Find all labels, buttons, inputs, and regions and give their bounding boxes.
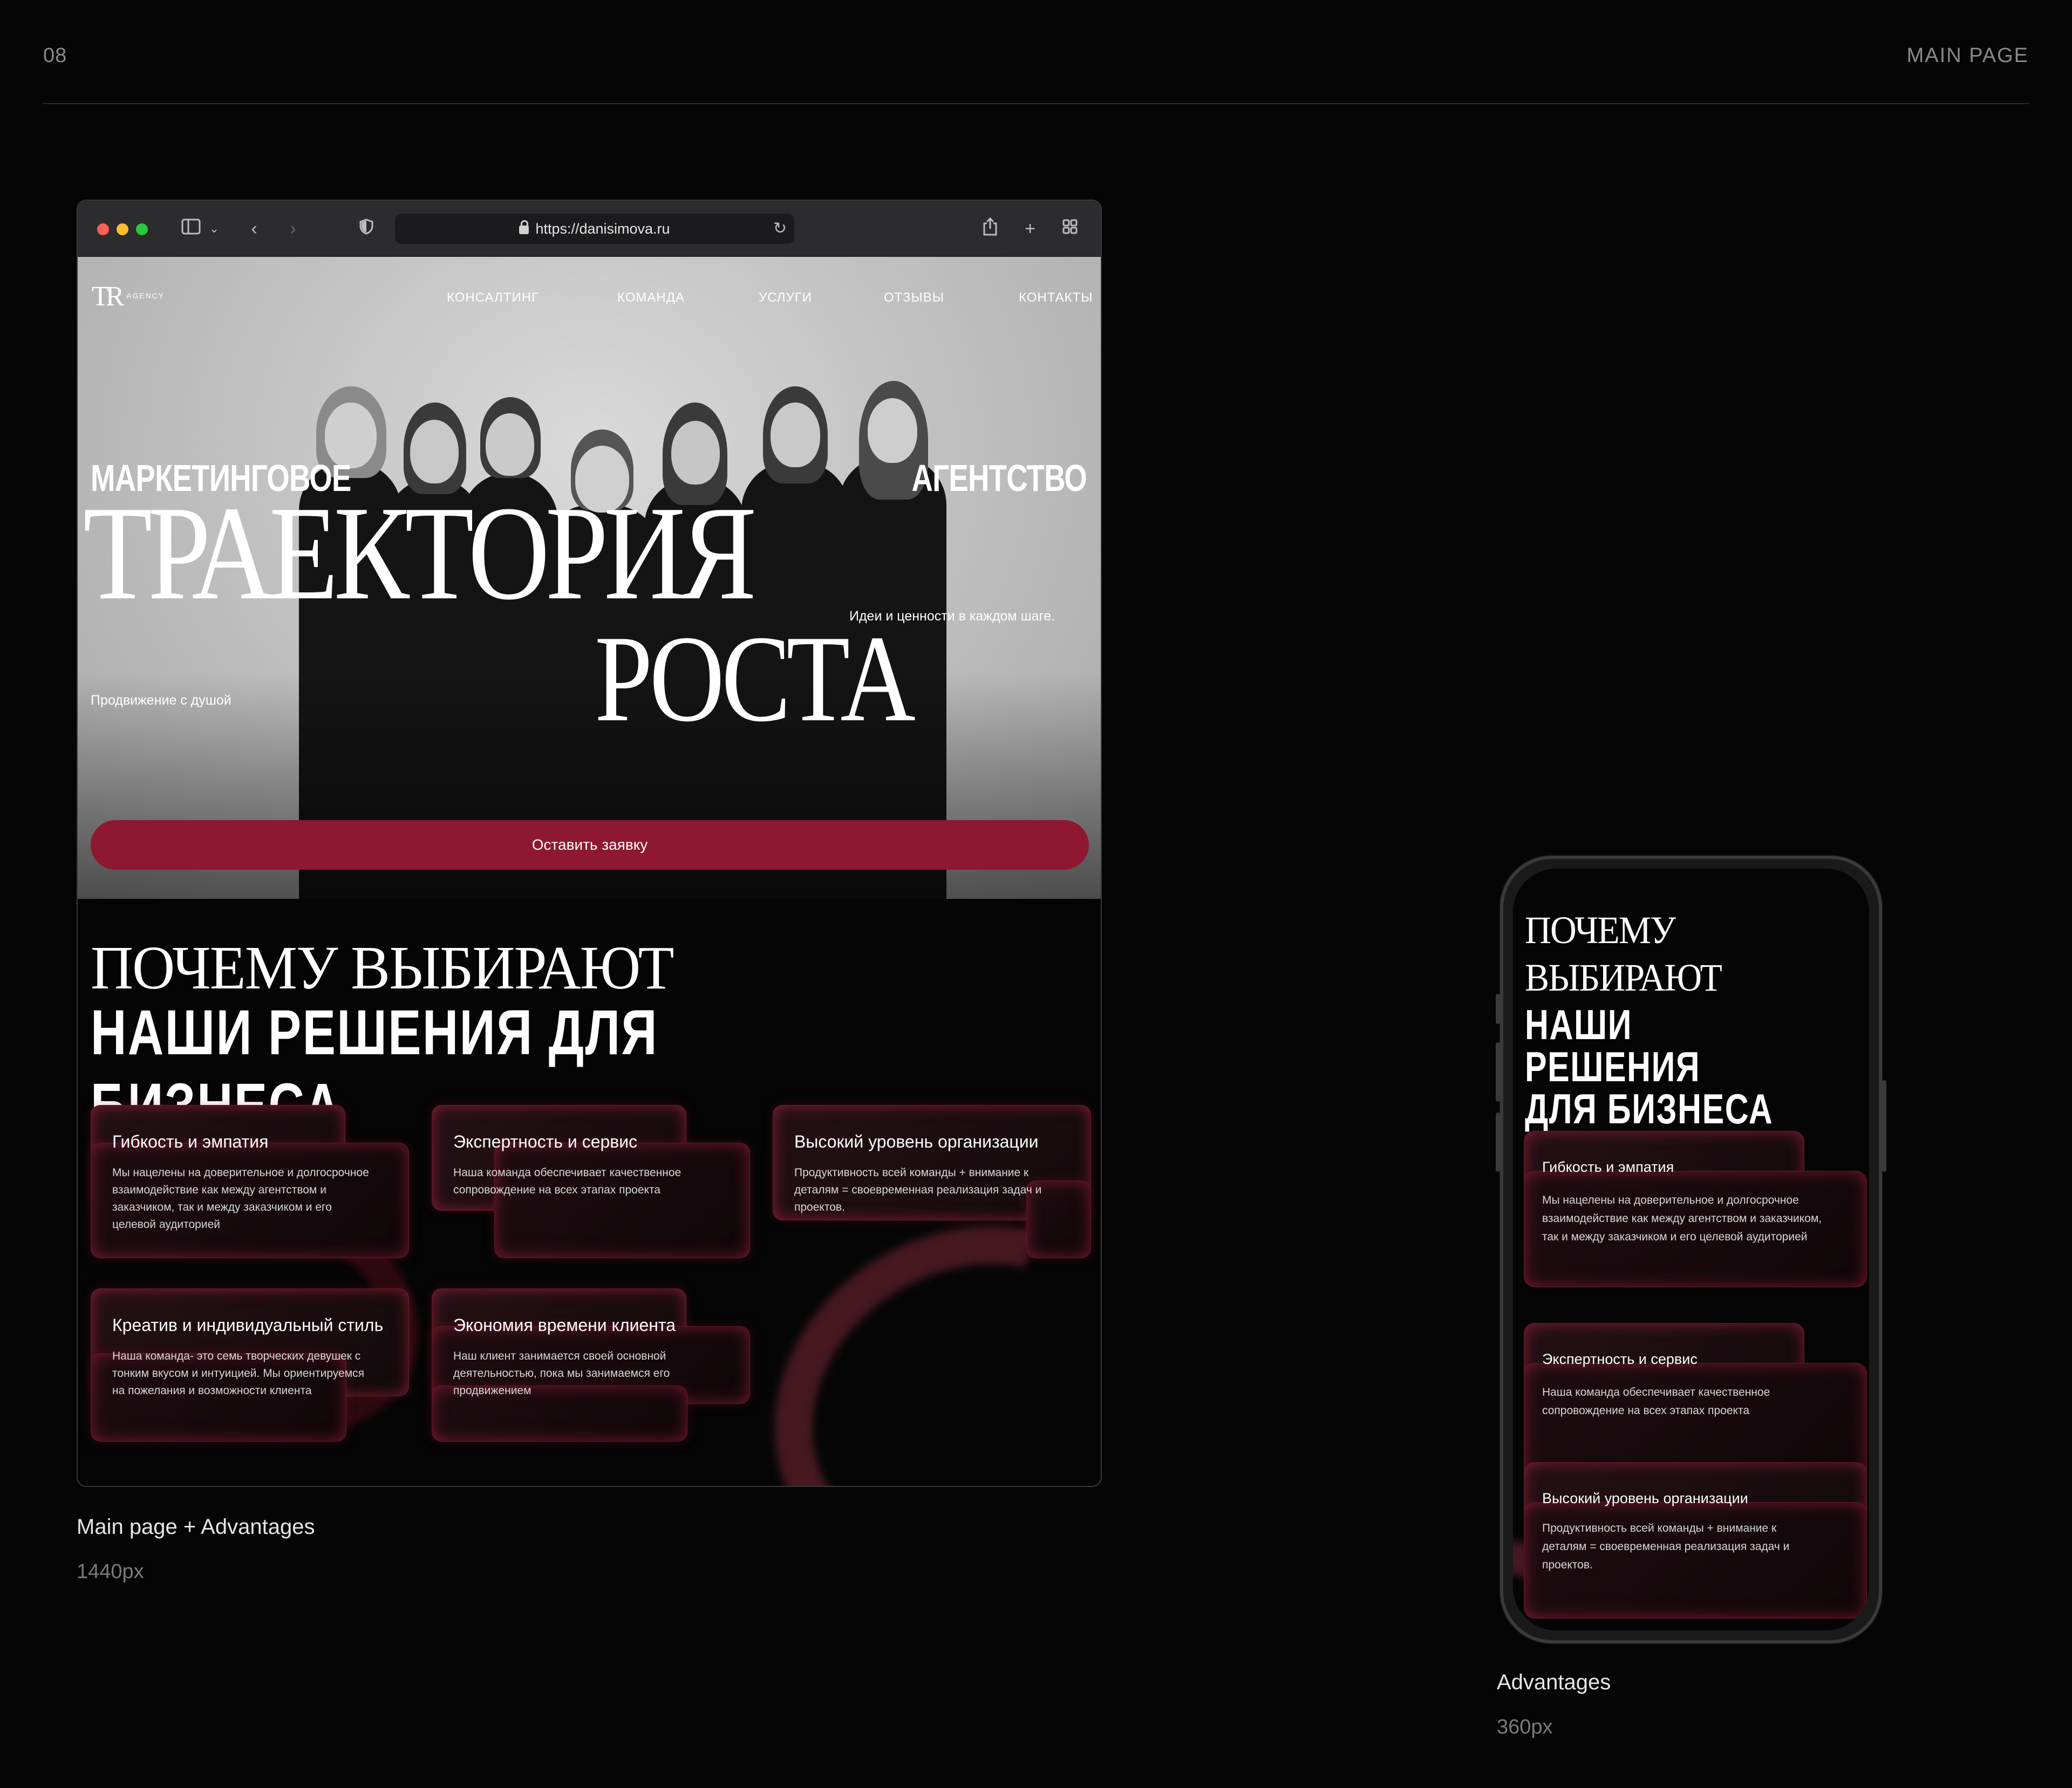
shield-icon[interactable] [357, 217, 376, 241]
logo-mark: TR [92, 281, 125, 312]
header-divider [43, 103, 2029, 104]
sidebar-icon[interactable] [180, 217, 202, 241]
nav-link-team[interactable]: КОМАНДА [617, 290, 685, 305]
agency-logo[interactable]: TR AGENCY [92, 281, 178, 313]
address-bar[interactable]: https://danisimova.ru ↻ [395, 214, 794, 244]
nav-link-reviews[interactable]: ОТЗЫВЫ [884, 290, 944, 305]
advantage-card-text: Мы нацелены на доверительное и долгосроч… [112, 1166, 369, 1231]
advantage-card: Высокий уровень организации Продуктивнос… [773, 1105, 1091, 1258]
nav-link-services[interactable]: УСЛУГИ [759, 290, 812, 305]
minimize-window-icon[interactable] [117, 223, 128, 235]
hero-tagline-soul: Продвижение с душой [91, 693, 231, 708]
close-window-icon[interactable] [97, 223, 109, 235]
mobile-advantage-card: Экспертность и сервис Наша команда обесп… [1524, 1323, 1867, 1479]
back-icon[interactable]: ‹ [246, 217, 262, 241]
advantage-card-text: Продуктивность всей команды + внимание к… [1542, 1522, 1790, 1571]
mobile-title-line: ПОЧЕМУ [1525, 909, 1676, 952]
desktop-browser-mockup: ⌄ ‹ › https://danisimova.ru ↻ + TR AGENC… [77, 200, 1102, 1487]
advantage-card: Гибкость и эмпатия Мы нацелены на довери… [91, 1105, 409, 1258]
page-number: 08 [43, 44, 67, 67]
advantage-card-title: Высокий уровень организации [1542, 1490, 1748, 1506]
hero-tagline-values: Идеи и ценности в каждом шаге. [849, 609, 1055, 624]
desktop-caption-size: 1440px [77, 1560, 144, 1583]
advantage-card-text: Наша команда обеспечивает качественное с… [453, 1166, 681, 1196]
advantage-card-title: Гибкость и эмпатия [112, 1132, 269, 1151]
hero-title-growth: РОСТА [595, 610, 916, 747]
mobile-title-line: ВЫБИРАЮТ [1525, 956, 1722, 999]
forward-icon[interactable]: › [285, 217, 301, 241]
advantages-title-serif: ПОЧЕМУ ВЫБИРАЮТ [91, 933, 674, 1002]
advantages-section: ПОЧЕМУ ВЫБИРАЮТ НАШИ РЕШЕНИЯ ДЛЯ БИЗНЕСА… [78, 899, 1101, 1486]
mobile-caption-title: Advantages [1497, 1670, 1611, 1694]
mobile-phone-mockup: ПОЧЕМУ ВЫБИРАЮТ НАШИ РЕШЕНИЯ ДЛЯ БИЗНЕСА… [1496, 856, 1886, 1643]
advantage-card-title: Экспертность и сервис [1542, 1351, 1698, 1367]
browser-toolbar: ⌄ ‹ › https://danisimova.ru ↻ + [78, 201, 1101, 257]
tab-overview-icon[interactable] [1061, 217, 1079, 241]
advantage-card: Экономия времени клиента Наш клиент зани… [432, 1288, 750, 1442]
mobile-title-bold: НАШИ РЕШЕНИЯ ДЛЯ БИЗНЕСА [1525, 1004, 1794, 1130]
advantage-card: Креатив и индивидуальный стиль Наша кома… [91, 1288, 409, 1442]
mobile-title-line: НАШИ РЕШЕНИЯ [1525, 1001, 1701, 1090]
zoom-window-icon[interactable] [136, 223, 148, 235]
mobile-advantage-card: Гибкость и эмпатия Мы нацелены на довери… [1524, 1131, 1867, 1287]
advantage-card-title: Высокий уровень организации [794, 1132, 1039, 1151]
phone-side-button [1496, 1113, 1500, 1172]
mobile-title-line: ДЛЯ БИЗНЕСА [1525, 1085, 1774, 1132]
lock-icon [519, 220, 529, 234]
hero-title-trajectory: ТРАЕКТОРИЯ [83, 479, 756, 628]
advantage-card-title: Экономия времени клиента [453, 1315, 676, 1335]
advantage-card: Экспертность и сервис Наша команда обесп… [432, 1105, 750, 1258]
hero-section: TR AGENCY КОНСАЛТИНГ КОМАНДА УСЛУГИ ОТЗЫ… [78, 257, 1101, 899]
phone-screen: ПОЧЕМУ ВЫБИРАЮТ НАШИ РЕШЕНИЯ ДЛЯ БИЗНЕСА… [1513, 869, 1869, 1630]
reload-icon[interactable]: ↻ [773, 214, 787, 244]
mobile-title-serif: ПОЧЕМУ ВЫБИРАЮТ [1525, 906, 1722, 1001]
submit-request-button[interactable]: Оставить заявку [91, 820, 1089, 870]
advantage-card-title: Экспертность и сервис [453, 1132, 638, 1151]
nav-link-contacts[interactable]: КОНТАКТЫ [1019, 290, 1093, 305]
advantage-card-text: Наш клиент занимается своей основной дея… [453, 1350, 670, 1397]
advantage-card-text: Наша команда обеспечивает качественное с… [1542, 1386, 1770, 1417]
advantage-card-text: Продуктивность всей команды + внимание к… [794, 1166, 1042, 1213]
new-tab-icon[interactable]: + [1021, 217, 1039, 241]
address-url: https://danisimova.ru [535, 221, 670, 237]
desktop-caption-title: Main page + Advantages [77, 1515, 315, 1539]
phone-side-button [1496, 994, 1500, 1024]
phone-side-button [1496, 1042, 1500, 1102]
advantage-card-text: Наша команда- это семь творческих девуше… [112, 1350, 365, 1397]
nav-link-consulting[interactable]: КОНСАЛТИНГ [447, 290, 539, 305]
advantage-card-text: Мы нацелены на доверительное и долгосроч… [1542, 1194, 1822, 1243]
mobile-caption-size: 360px [1497, 1716, 1553, 1738]
advantage-card-title: Гибкость и эмпатия [1542, 1159, 1674, 1175]
advantage-card-title: Креатив и индивидуальный стиль [112, 1315, 384, 1335]
page-section-title: MAIN PAGE [1906, 44, 2029, 67]
phone-side-button [1882, 1080, 1886, 1172]
share-icon[interactable] [981, 217, 999, 241]
hero-word-agency: АГЕНТСТВО [911, 457, 1087, 499]
mobile-advantage-card: Высокий уровень организации Продуктивнос… [1524, 1462, 1867, 1619]
chevron-down-icon[interactable]: ⌄ [207, 217, 221, 241]
logo-subtitle: AGENCY [126, 291, 165, 300]
